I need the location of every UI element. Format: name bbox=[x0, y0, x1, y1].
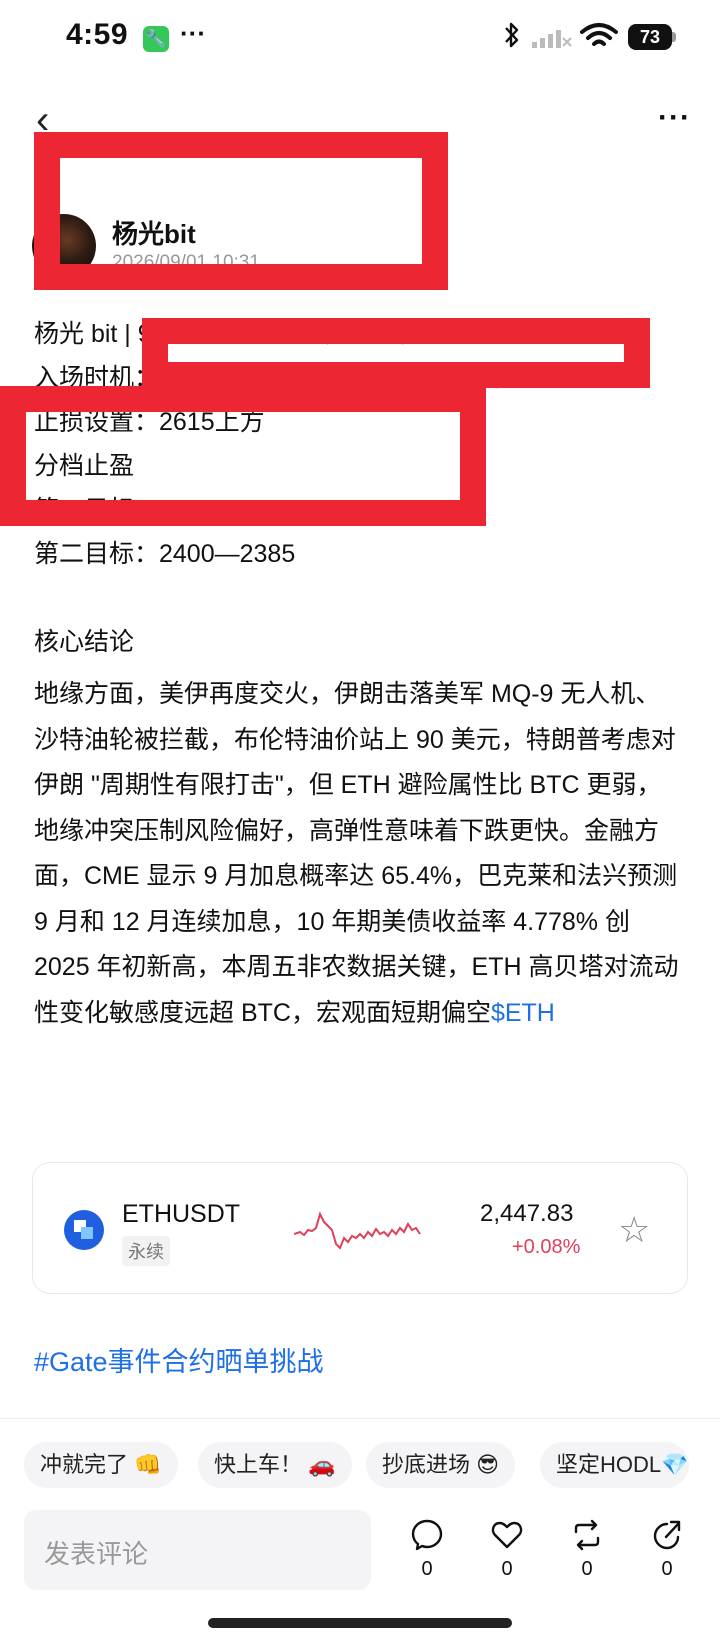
share-button[interactable]: 0 bbox=[642, 1518, 692, 1581]
repost-count: 0 bbox=[581, 1558, 593, 1580]
like-button[interactable]: 0 bbox=[482, 1518, 532, 1581]
more-options-button[interactable]: ··· bbox=[658, 103, 691, 133]
wrench-icon: 🔧 bbox=[143, 26, 169, 52]
post-paragraph: 地缘方面，美伊再度交火，伊朗击落美军 MQ-9 无人机、沙特油轮被拦截，布伦特油… bbox=[34, 672, 684, 1036]
section-title: 核心结论 bbox=[34, 628, 135, 656]
status-time: 4:59 bbox=[66, 18, 129, 51]
paragraph-text: 地缘方面，美伊再度交火，伊朗击落美军 MQ-9 无人机、沙特油轮被拦截，布伦特油… bbox=[34, 680, 679, 1027]
post-line-target-2: 第二目标：2400—2385 bbox=[34, 540, 296, 568]
eth-tag-link-2[interactable]: $ETH bbox=[491, 999, 555, 1027]
heart-icon bbox=[482, 1518, 532, 1552]
perpetual-badge: 永续 bbox=[122, 1236, 170, 1266]
reaction-chip-3[interactable]: 抄底进场 😎 bbox=[366, 1442, 516, 1488]
battery-nub bbox=[672, 32, 676, 42]
coin-logo-mark bbox=[74, 1220, 94, 1240]
bluetooth-icon bbox=[502, 20, 522, 57]
redaction-box-author bbox=[34, 132, 448, 290]
home-indicator[interactable] bbox=[208, 1618, 512, 1628]
reaction-chip-2[interactable]: 快上车！ 🚗 bbox=[198, 1442, 352, 1488]
share-count: 0 bbox=[661, 1558, 673, 1580]
price-sparkline bbox=[293, 1204, 424, 1265]
ticker-symbol: ETHUSDT bbox=[122, 1200, 241, 1228]
wifi-icon bbox=[580, 22, 618, 57]
cellular-signal-icon bbox=[532, 26, 572, 55]
reaction-chip-1[interactable]: 冲就完了 👊 bbox=[24, 1442, 178, 1488]
comment-count: 0 bbox=[421, 1558, 433, 1580]
comment-placeholder: 发表评论 bbox=[44, 1539, 149, 1569]
status-more-icon: ··· bbox=[180, 18, 206, 48]
repost-button[interactable]: 0 bbox=[562, 1518, 612, 1581]
redaction-box-targets bbox=[0, 386, 486, 526]
divider bbox=[0, 1418, 720, 1419]
comment-button[interactable]: 0 bbox=[402, 1518, 452, 1581]
like-count: 0 bbox=[501, 1558, 513, 1580]
ticker-change: +0.08% bbox=[512, 1236, 581, 1258]
redaction-box-entry bbox=[142, 318, 650, 388]
ticker-price: 2,447.83 bbox=[480, 1200, 574, 1227]
comment-icon bbox=[402, 1518, 452, 1552]
reaction-chip-4[interactable]: 坚定HODL💎 bbox=[540, 1442, 689, 1488]
battery-icon: 73 bbox=[628, 24, 672, 50]
favorite-star-icon[interactable]: ☆ bbox=[618, 1212, 650, 1248]
repost-icon bbox=[562, 1518, 612, 1552]
hashtag-link[interactable]: #Gate事件合约晒单挑战 bbox=[34, 1340, 324, 1379]
share-icon bbox=[642, 1518, 692, 1552]
